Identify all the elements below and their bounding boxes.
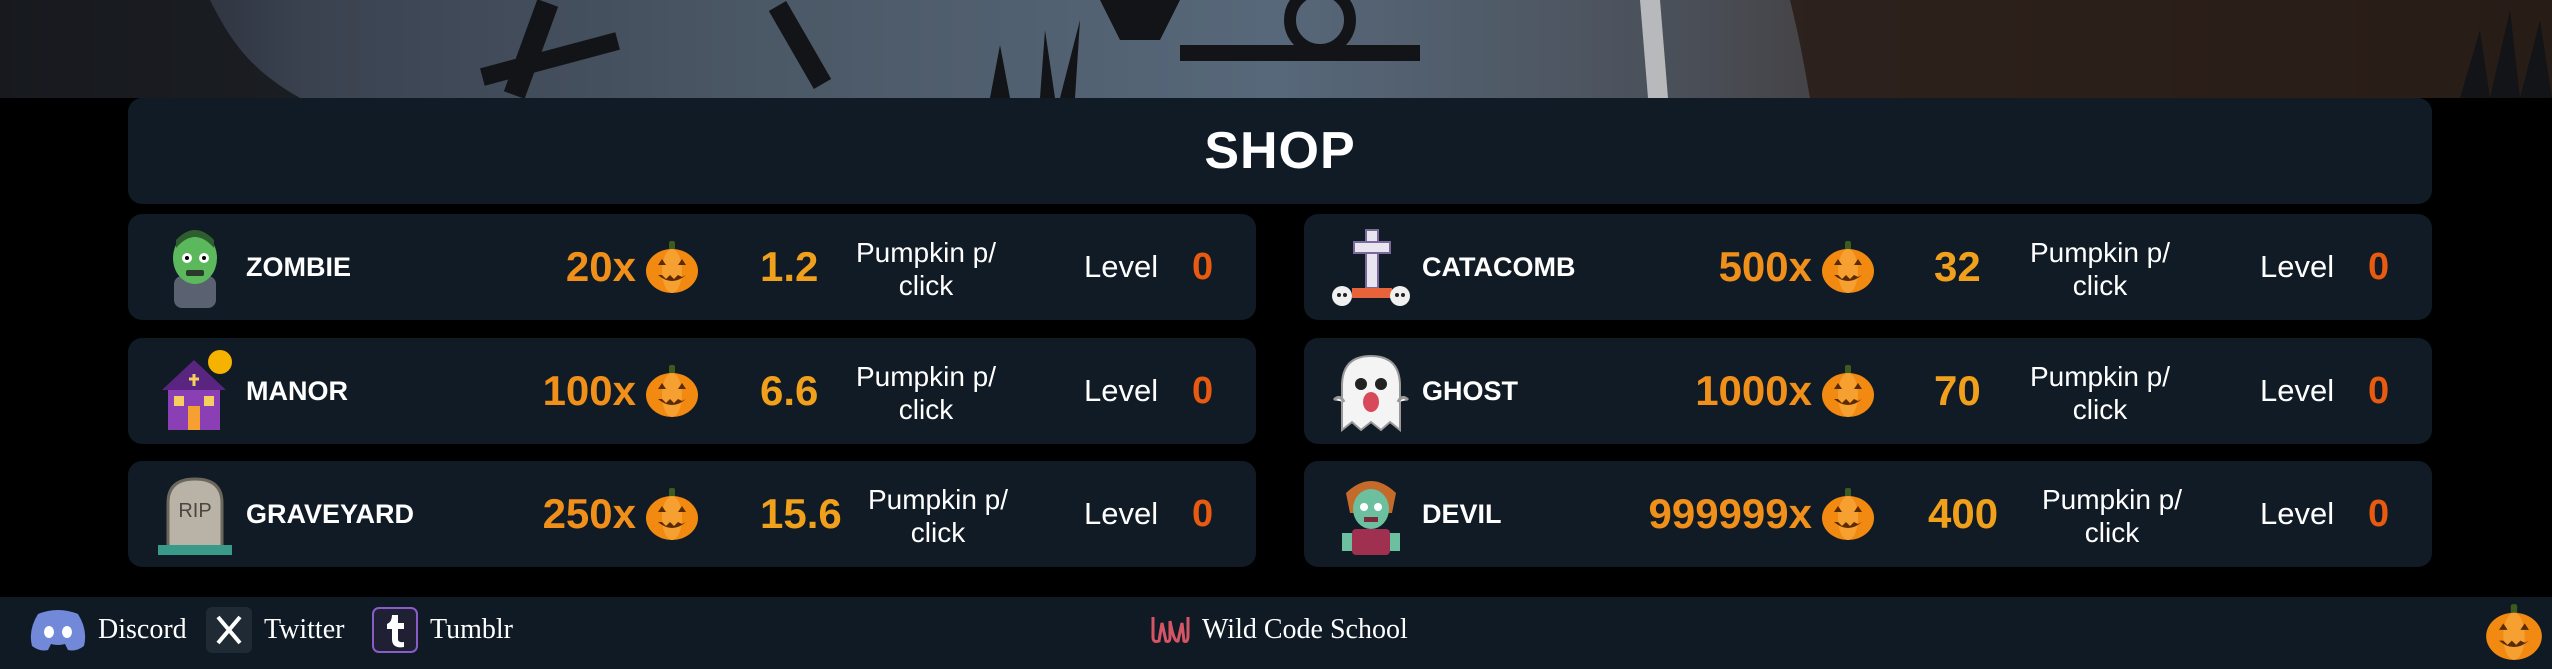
item-cost: 100x — [543, 338, 700, 444]
shop-item-zombie[interactable]: ZOMBIE 20x 1.2 Pumpkin p/ click Level 0 — [128, 214, 1256, 320]
level-value: 0 — [1192, 246, 1214, 288]
level-value: 0 — [1192, 370, 1214, 412]
tumblr-icon — [372, 607, 418, 653]
x-twitter-icon — [206, 607, 252, 653]
shop-item-devil[interactable]: DEVIL 999999x 400 Pumpkin p/ click Level… — [1304, 461, 2432, 567]
item-name: MANOR — [246, 376, 348, 406]
item-rate: 15.6 — [760, 490, 842, 537]
level-label: Level — [1084, 249, 1159, 284]
pumpkin-icon — [646, 241, 698, 293]
rate-label: Pumpkin p/ click — [867, 484, 1009, 548]
level-value: 0 — [2368, 370, 2390, 412]
item-cost: 250x — [543, 461, 700, 567]
shop-title: SHOP — [1204, 122, 1356, 180]
shop-item-graveyard[interactable]: RIP GRAVEYARD 250x 15.6 Pumpkin p/ click… — [128, 461, 1256, 567]
tumblr-label: Tumblr — [430, 614, 514, 645]
cost-value: 999999x — [1648, 490, 1812, 537]
discord-label: Discord — [98, 614, 187, 645]
discord-link[interactable]: Discord — [30, 597, 187, 663]
devil-zombie-icon — [1330, 473, 1412, 555]
item-rate: 400 — [1928, 490, 1999, 537]
item-name: ZOMBIE — [246, 252, 351, 282]
svg-text:RIP: RIP — [178, 500, 211, 522]
tombstone-icon: RIP — [154, 473, 236, 555]
wild-code-school-link[interactable]: Wild Code School — [1150, 597, 1408, 663]
pumpkin-icon — [1822, 241, 1874, 293]
item-name: DEVIL — [1422, 499, 1502, 529]
wild-code-school-label: Wild Code School — [1202, 614, 1408, 645]
level-label: Level — [2260, 373, 2335, 408]
rate-label: Pumpkin p/ click — [855, 237, 997, 301]
shop-item-manor[interactable]: MANOR 100x 6.6 Pumpkin p/ click Level 0 — [128, 338, 1256, 444]
graveyard-scene-image — [0, 0, 2552, 98]
pumpkin-icon — [646, 365, 698, 417]
pumpkin-icon — [646, 488, 698, 540]
shop-item-ghost[interactable]: GHOST 1000x 70 Pumpkin p/ click Level 0 — [1304, 338, 2432, 444]
cost-value: 250x — [542, 490, 636, 537]
item-cost: 20x — [566, 214, 700, 320]
level-label: Level — [1084, 373, 1159, 408]
level-value: 0 — [1192, 493, 1214, 535]
cost-value: 20x — [565, 243, 636, 290]
item-cost: 999999x — [1648, 461, 1876, 567]
item-rate: 32 — [1934, 243, 1981, 290]
item-rate: 1.2 — [760, 243, 819, 290]
rate-label: Pumpkin p/ click — [2029, 237, 2171, 301]
haunted-house-icon — [154, 350, 236, 432]
shop-header: SHOP — [128, 98, 2432, 204]
item-name: CATACOMB — [1422, 252, 1576, 282]
rate-label: Pumpkin p/ click — [2029, 361, 2171, 425]
cross-skulls-icon — [1330, 226, 1412, 308]
item-cost: 500x — [1719, 214, 1876, 320]
twitter-link[interactable]: Twitter — [206, 597, 344, 663]
graveyard-banner — [0, 0, 2552, 98]
pumpkin-icon — [1822, 488, 1874, 540]
item-cost: 1000x — [1695, 338, 1876, 444]
item-name: GHOST — [1422, 376, 1519, 406]
twitter-label: Twitter — [264, 614, 345, 645]
item-name: GRAVEYARD — [246, 499, 415, 529]
ghost-icon — [1330, 350, 1412, 433]
tumblr-link[interactable]: Tumblr — [372, 597, 513, 663]
cost-value: 100x — [542, 367, 636, 414]
rate-label: Pumpkin p/ click — [2041, 484, 2183, 548]
rate-label: Pumpkin p/ click — [855, 361, 997, 425]
cost-value: 1000x — [1695, 367, 1812, 414]
level-value: 0 — [2368, 493, 2390, 535]
pumpkin-mascot[interactable] — [2484, 599, 2544, 665]
cost-value: 500x — [1718, 243, 1812, 290]
level-value: 0 — [2368, 246, 2390, 288]
wild-code-school-logo-icon — [1151, 617, 1190, 643]
shop-item-catacomb[interactable]: CATACOMB 500x 32 Pumpkin p/ click Level … — [1304, 214, 2432, 320]
footer: Discord Twitter Tumblr Wild Code School — [0, 597, 2552, 669]
level-label: Level — [2260, 249, 2335, 284]
discord-icon — [30, 610, 86, 651]
pumpkin-icon — [2486, 604, 2542, 660]
level-label: Level — [2260, 496, 2335, 531]
level-label: Level — [1084, 496, 1159, 531]
pumpkin-icon — [1822, 365, 1874, 417]
item-rate: 6.6 — [760, 367, 819, 414]
zombie-icon — [154, 226, 236, 308]
item-rate: 70 — [1934, 367, 1981, 414]
